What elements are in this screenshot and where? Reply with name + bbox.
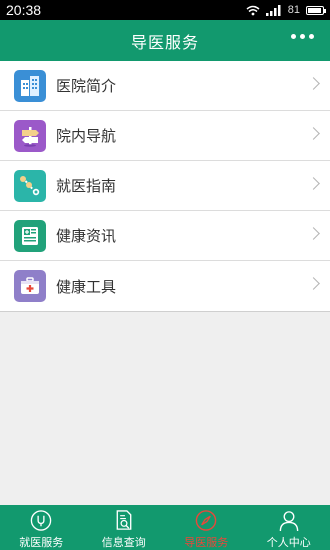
battery-percent: 81	[287, 4, 300, 16]
tab-label: 信息查询	[101, 536, 146, 549]
menu-item-hospital-intro[interactable]: 医院简介	[0, 61, 330, 111]
route-guide-icon	[14, 169, 46, 202]
status-bar: 20:38 81	[0, 0, 330, 20]
stethoscope-icon	[30, 510, 52, 531]
service-menu: 医院简介 院内导航 就医指南 健康资讯 健康工具	[0, 61, 330, 312]
menu-item-label: 健康工具	[56, 277, 117, 296]
menu-item-health-tools[interactable]: 健康工具	[0, 261, 330, 312]
chevron-right-icon	[307, 77, 320, 90]
chevron-right-icon	[307, 177, 320, 190]
tab-label: 个人中心	[266, 536, 311, 549]
hospital-building-icon	[14, 69, 46, 102]
menu-item-medical-guide[interactable]: 就医指南	[0, 161, 330, 211]
page-title: 导医服务	[130, 32, 199, 52]
menu-item-health-news[interactable]: 健康资讯	[0, 211, 330, 261]
document-search-icon	[116, 510, 132, 530]
status-time: 20:38	[6, 2, 42, 18]
tab-label: 导医服务	[184, 536, 229, 549]
tab-guide-service[interactable]: 导医服务	[165, 505, 248, 550]
medical-kit-icon	[14, 270, 46, 302]
menu-item-label: 健康资讯	[56, 227, 117, 245]
wifi-icon	[246, 5, 260, 15]
tab-label: 就医服务	[19, 536, 64, 549]
menu-item-label: 医院简介	[56, 77, 117, 95]
battery-icon	[306, 5, 326, 15]
tab-medical-service[interactable]: 就医服务	[0, 505, 83, 550]
person-icon	[279, 511, 299, 532]
tab-info-query[interactable]: 信息查询	[83, 505, 166, 550]
compass-icon	[195, 510, 217, 531]
menu-item-label: 院内导航	[56, 127, 117, 145]
health-news-icon	[14, 219, 46, 252]
menu-item-indoor-navigation[interactable]: 院内导航	[0, 111, 330, 161]
chevron-right-icon	[307, 277, 320, 290]
signpost-icon	[14, 119, 46, 152]
bottom-tab-bar: 就医服务 信息查询 导医服务 个人中心	[0, 505, 330, 550]
signal-icon	[265, 4, 281, 16]
status-indicators: 81	[246, 4, 326, 16]
more-dots-icon[interactable]	[291, 34, 314, 39]
chevron-right-icon	[307, 227, 320, 240]
chevron-right-icon	[307, 127, 320, 140]
menu-item-label: 就医指南	[56, 177, 117, 195]
tab-personal-center[interactable]: 个人中心	[248, 505, 330, 550]
title-bar: 导医服务	[0, 20, 330, 61]
